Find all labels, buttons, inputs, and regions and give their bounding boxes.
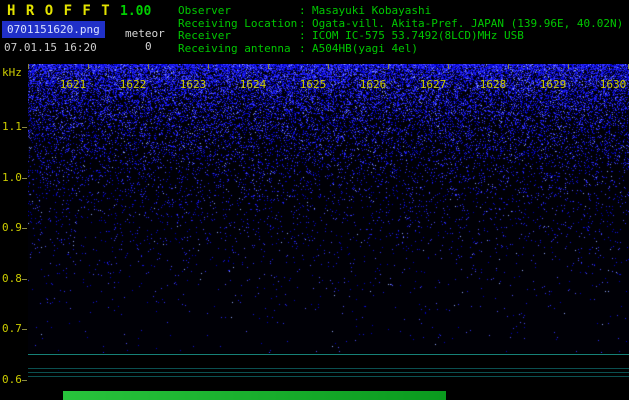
x-tick-mark xyxy=(268,64,269,69)
info-value: A504HB(yagi 4el) xyxy=(312,43,418,56)
header-info-row: Observer: Masayuki Kobayashi xyxy=(178,5,623,18)
x-tick-mark xyxy=(88,64,89,69)
x-tick-label: 1627 xyxy=(416,78,450,91)
y-tick-mark xyxy=(22,329,27,330)
info-value: ICOM IC-575 53.7492(8LCD)MHz USB xyxy=(312,30,524,43)
x-tick-label: 1629 xyxy=(536,78,570,91)
x-tick-label: 1621 xyxy=(56,78,90,91)
x-tick-mark xyxy=(208,64,209,69)
x-tick-mark xyxy=(448,64,449,69)
y-tick-label: 0.8 xyxy=(2,272,24,285)
y-tick-label: 0.9 xyxy=(2,221,24,234)
info-label: Receiver xyxy=(178,30,299,43)
hrofft-output: H R O F F T 1.00 0701151620.png meteor 0… xyxy=(0,0,629,400)
info-value: Masayuki Kobayashi xyxy=(312,5,431,18)
x-tick-label: 1624 xyxy=(236,78,270,91)
y-tick-label: 0.7 xyxy=(2,322,24,335)
spectrogram-canvas xyxy=(28,64,629,353)
x-tick-label: 1623 xyxy=(176,78,210,91)
info-separator: : xyxy=(299,30,312,43)
x-tick-mark xyxy=(148,64,149,69)
x-tick-label: 1622 xyxy=(116,78,150,91)
level-grid-line xyxy=(28,368,629,369)
x-tick-mark xyxy=(388,64,389,69)
info-label: Receiving antenna xyxy=(178,43,299,56)
header-info-row: Receiver: ICOM IC-575 53.7492(8LCD)MHz U… xyxy=(178,30,623,43)
y-tick-mark xyxy=(22,279,27,280)
timestamp: 07.01.15 16:20 xyxy=(4,41,97,54)
x-tick-mark xyxy=(568,64,569,69)
y-tick-label: 0.6 xyxy=(2,373,24,386)
x-tick-label: 1628 xyxy=(476,78,510,91)
y-tick-mark xyxy=(22,380,27,381)
y-tick-label: 1.1 xyxy=(2,120,24,133)
app-version: 1.00 xyxy=(120,4,151,19)
level-grid-line xyxy=(28,372,629,373)
x-tick-label: 1626 xyxy=(356,78,390,91)
meteor-mode-label: meteor xyxy=(125,27,165,40)
signal-level-bar xyxy=(63,391,446,400)
level-grid-line xyxy=(28,354,629,355)
info-label: Observer xyxy=(178,5,299,18)
y-tick-mark xyxy=(22,178,27,179)
y-tick-mark xyxy=(22,228,27,229)
x-tick-label: 1625 xyxy=(296,78,330,91)
app-title: H R O F F T xyxy=(7,3,111,19)
meteor-count: 0 xyxy=(145,40,152,53)
y-tick-label: 1.0 xyxy=(2,171,24,184)
y-axis-unit-label: kHz xyxy=(2,66,22,79)
level-grid-line xyxy=(28,376,629,377)
info-separator: : xyxy=(299,5,312,18)
y-tick-mark xyxy=(22,127,27,128)
info-separator: : xyxy=(299,43,312,56)
x-tick-mark xyxy=(28,64,29,69)
x-tick-label: 1630 xyxy=(596,78,629,91)
header-info-row: Receiving antenna: A504HB(yagi 4el) xyxy=(178,43,623,56)
x-tick-mark xyxy=(328,64,329,69)
x-tick-mark xyxy=(508,64,509,69)
output-filename: 0701151620.png xyxy=(2,21,105,38)
header-info-block: Observer: Masayuki Kobayashi Receiving Lo… xyxy=(178,5,623,55)
